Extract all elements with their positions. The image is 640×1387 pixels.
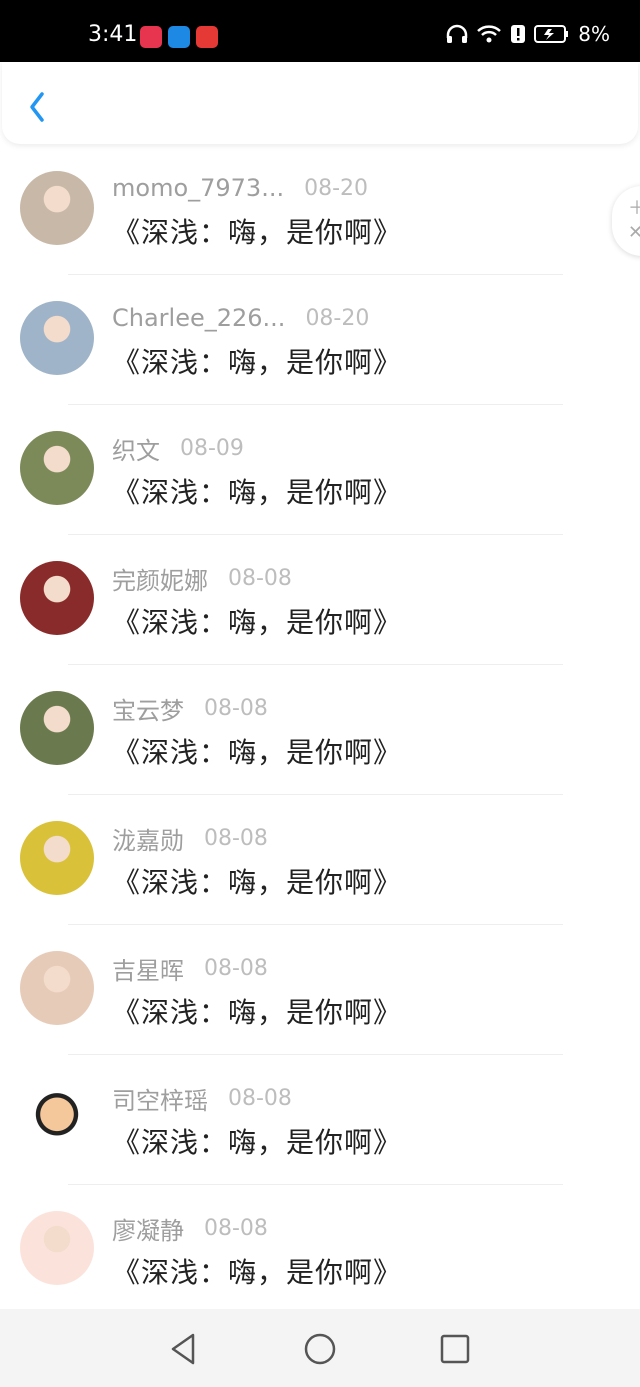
avatar[interactable] bbox=[20, 691, 94, 765]
contact-name: 司空梓瑶 bbox=[112, 1086, 208, 1115]
message-date: 08-08 bbox=[204, 825, 268, 851]
avatar[interactable] bbox=[20, 821, 94, 895]
name-line: 泷嘉勋 08-08 bbox=[112, 822, 268, 855]
list-item[interactable]: 廖凝静 08-08 《深浅：嗨，是你啊》 bbox=[0, 1185, 640, 1315]
app-shield-icon bbox=[168, 26, 190, 48]
list-item[interactable]: Charlee_226... 08-20 《深浅：嗨，是你啊》 bbox=[0, 275, 640, 405]
avatar[interactable] bbox=[20, 1081, 94, 1155]
message-preview: 《深浅：嗨，是你啊》 bbox=[112, 346, 403, 379]
square-recents-icon[interactable] bbox=[435, 1329, 475, 1369]
avatar[interactable] bbox=[20, 431, 94, 505]
message-date: 08-09 bbox=[180, 435, 244, 461]
status-bar: 3:41 8% bbox=[0, 0, 640, 62]
message-date: 08-08 bbox=[204, 1215, 268, 1241]
message-date: 08-08 bbox=[228, 565, 292, 591]
avatar[interactable] bbox=[20, 301, 94, 375]
name-line: 廖凝静 08-08 bbox=[112, 1212, 268, 1245]
list-item[interactable]: 泷嘉勋 08-08 《深浅：嗨，是你啊》 bbox=[0, 795, 640, 925]
app-red-badge-icon bbox=[196, 26, 218, 48]
list-item[interactable]: momo_7973... 08-20 《深浅：嗨，是你啊》 bbox=[0, 145, 640, 275]
name-line: 司空梓瑶 08-08 bbox=[112, 1082, 292, 1115]
wifi-icon bbox=[477, 25, 502, 43]
alert-icon bbox=[511, 25, 526, 43]
name-line: 完颜妮娜 08-08 bbox=[112, 562, 292, 595]
list-item[interactable]: 完颜妮娜 08-08 《深浅：嗨，是你啊》 bbox=[0, 535, 640, 665]
app-red-icon bbox=[140, 26, 162, 48]
circle-home-icon[interactable] bbox=[300, 1329, 340, 1369]
name-line: 织文 08-09 bbox=[112, 432, 244, 465]
contact-name: 宝云梦 bbox=[112, 696, 184, 725]
message-preview: 《深浅：嗨，是你啊》 bbox=[112, 866, 403, 899]
list-item[interactable]: 宝云梦 08-08 《深浅：嗨，是你啊》 bbox=[0, 665, 640, 795]
message-preview: 《深浅：嗨，是你啊》 bbox=[112, 736, 403, 769]
message-date: 08-08 bbox=[204, 695, 268, 721]
headphones-icon bbox=[447, 24, 468, 43]
conversation-list: momo_7973... 08-20 《深浅：嗨，是你啊》 Charlee_22… bbox=[0, 145, 640, 1315]
contact-name: 吉星晖 bbox=[112, 956, 184, 985]
battery-percent: 8% bbox=[578, 22, 610, 46]
message-date: 08-20 bbox=[305, 305, 370, 331]
message-date: 08-20 bbox=[304, 175, 369, 201]
avatar[interactable] bbox=[20, 561, 94, 635]
message-preview: 《深浅：嗨，是你啊》 bbox=[112, 1126, 403, 1159]
name-line: 吉星晖 08-08 bbox=[112, 952, 268, 985]
contact-name: 泷嘉勋 bbox=[112, 826, 184, 855]
avatar[interactable] bbox=[20, 171, 94, 245]
status-indicators: 8% bbox=[446, 22, 610, 46]
name-line: Charlee_226... 08-20 bbox=[112, 302, 369, 334]
message-date: 08-08 bbox=[204, 955, 268, 981]
contact-name: 廖凝静 bbox=[112, 1216, 184, 1245]
message-preview: 《深浅：嗨，是你啊》 bbox=[112, 606, 403, 639]
contact-name: momo_7973... bbox=[112, 174, 285, 202]
message-preview: 《深浅：嗨，是你啊》 bbox=[112, 1256, 403, 1289]
avatar[interactable] bbox=[20, 1211, 94, 1285]
contact-name: 织文 bbox=[112, 436, 160, 465]
contact-name: Charlee_226... bbox=[112, 304, 286, 332]
message-date: 08-08 bbox=[228, 1085, 292, 1111]
avatar[interactable] bbox=[20, 951, 94, 1025]
system-nav-bar bbox=[0, 1309, 640, 1387]
top-header bbox=[2, 62, 638, 144]
name-line: 宝云梦 08-08 bbox=[112, 692, 268, 725]
status-time: 3:41 bbox=[88, 22, 138, 47]
triangle-back-icon[interactable] bbox=[163, 1329, 203, 1369]
list-item[interactable]: 织文 08-09 《深浅：嗨，是你啊》 bbox=[0, 405, 640, 535]
message-preview: 《深浅：嗨，是你啊》 bbox=[112, 996, 403, 1029]
chevron-left-icon[interactable] bbox=[24, 90, 52, 124]
battery-charging-icon bbox=[534, 25, 569, 43]
message-preview: 《深浅：嗨，是你啊》 bbox=[112, 216, 403, 249]
list-item[interactable]: 吉星晖 08-08 《深浅：嗨，是你啊》 bbox=[0, 925, 640, 1055]
name-line: momo_7973... 08-20 bbox=[112, 172, 368, 204]
contact-name: 完颜妮娜 bbox=[112, 566, 208, 595]
status-app-icons bbox=[140, 26, 218, 48]
message-preview: 《深浅：嗨，是你啊》 bbox=[112, 476, 403, 509]
list-item[interactable]: 司空梓瑶 08-08 《深浅：嗨，是你啊》 bbox=[0, 1055, 640, 1185]
